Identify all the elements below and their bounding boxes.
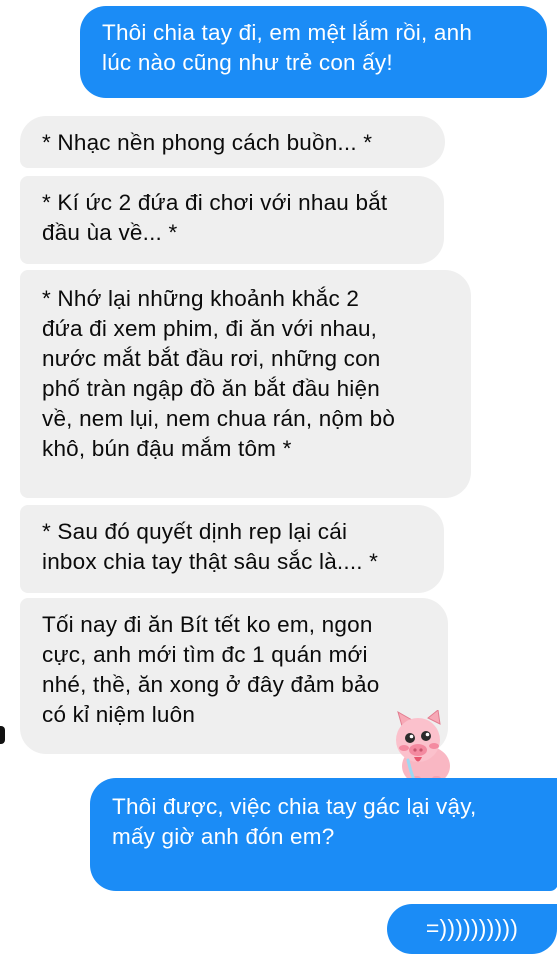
- message-text-line: inbox chia tay thật sâu sắc là.... *: [42, 549, 379, 574]
- message-text-line: nước mắt bắt đầu rơi, những con: [42, 346, 381, 371]
- message-text-line: mấy giờ anh đón em?: [112, 824, 335, 849]
- incoming-message[interactable]: Tối nay đi ăn Bít tết ko em, ngon cực, a…: [20, 598, 448, 754]
- message-text-line: Tối nay đi ăn Bít tết ko em, ngon: [42, 612, 373, 637]
- message-text-line: cực, anh mới tìm đc 1 quán mới: [42, 642, 368, 667]
- message-text-line: về, nem lụi, nem chua rán, nộm bò: [42, 406, 396, 431]
- incoming-message[interactable]: * Nhạc nền phong cách buồn... *: [20, 116, 445, 168]
- outgoing-message[interactable]: Thôi được, việc chia tay gác lại vậy, mấ…: [90, 778, 557, 891]
- message-text-line: nhé, thề, ăn xong ở đây đảm bảo: [42, 672, 380, 697]
- message-text-line: =)))))))))): [425, 915, 519, 941]
- outgoing-message[interactable]: Thôi chia tay đi, em mệt lắm rồi, anh lú…: [80, 6, 547, 98]
- message-text-line: đầu ùa về... *: [42, 220, 178, 245]
- message-text-line: * Sau đó quyết dịnh rep lại cái: [42, 519, 348, 544]
- message-text-line: * Nhớ lại những khoảnh khắc 2: [42, 286, 360, 311]
- message-text-line: khô, bún đậu mắm tôm *: [42, 436, 292, 461]
- message-text-line: đứa đi xem phim, đi ăn với nhau,: [42, 316, 378, 341]
- incoming-message[interactable]: * Sau đó quyết dịnh rep lại cái inbox ch…: [20, 505, 444, 593]
- message-text-line: * Kí ức 2 đứa đi chơi với nhau bắt: [42, 190, 388, 215]
- sender-avatar-edge: [0, 726, 5, 744]
- incoming-message[interactable]: * Nhớ lại những khoảnh khắc 2 đứa đi xem…: [20, 270, 471, 498]
- message-text-line: * Nhạc nền phong cách buồn... *: [42, 130, 373, 155]
- outgoing-message[interactable]: =)))))))))): [387, 904, 557, 954]
- incoming-message[interactable]: * Kí ức 2 đứa đi chơi với nhau bắt đầu ù…: [20, 176, 444, 264]
- message-text-line: Thôi chia tay đi, em mệt lắm rồi, anh: [102, 20, 473, 45]
- message-text-line: phố tràn ngập đồ ăn bắt đầu hiện: [42, 376, 380, 401]
- message-text-line: Thôi được, việc chia tay gác lại vậy,: [112, 794, 477, 819]
- message-text-line: lúc nào cũng như trẻ con ấy!: [102, 50, 393, 75]
